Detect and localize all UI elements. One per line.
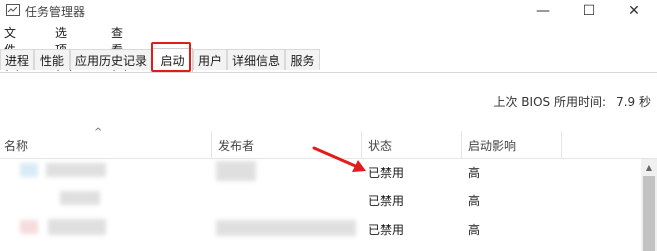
scroll-up-icon[interactable]: ▲ <box>641 159 657 176</box>
column-startup-impact[interactable]: 启动影响 <box>468 137 516 154</box>
tab-details[interactable]: 详细信息 <box>227 49 285 70</box>
column-name[interactable]: 名称 <box>4 137 28 154</box>
status-cell: 已禁用 <box>368 223 405 237</box>
title-bar: 任务管理器 — ☐ ✕ <box>0 0 657 22</box>
redacted-publisher <box>216 161 256 181</box>
column-status[interactable]: 状态 <box>368 137 392 154</box>
close-button[interactable]: ✕ <box>611 0 657 22</box>
redacted-app-name <box>46 163 106 177</box>
bios-time-value: 7.9 秒 <box>616 95 651 109</box>
table-row[interactable]: 已禁用 高 <box>0 187 640 213</box>
close-icon: ✕ <box>628 3 640 19</box>
status-cell: 已禁用 <box>368 166 405 180</box>
column-publisher[interactable]: 发布者 <box>218 137 254 154</box>
maximize-icon: ☐ <box>582 3 596 19</box>
startup-impact-cell: 高 <box>468 166 481 180</box>
redacted-app-icon <box>20 220 38 234</box>
bios-time-label: 上次 BIOS 所用时间: <box>493 95 606 109</box>
tab-processes[interactable]: 进程 <box>0 49 34 70</box>
annotation-arrow-icon <box>310 144 370 174</box>
startup-impact-cell: 高 <box>468 223 481 237</box>
task-manager-icon <box>6 4 20 16</box>
startup-impact-cell: 高 <box>468 194 481 208</box>
tab-performance[interactable]: 性能 <box>34 49 70 70</box>
column-divider[interactable] <box>211 131 212 158</box>
tab-bar: 进程 性能 应用历史记录 启动 用户 详细信息 服务 <box>0 48 657 73</box>
column-divider[interactable] <box>461 131 462 158</box>
tab-services[interactable]: 服务 <box>285 49 320 70</box>
table-row[interactable]: 已禁用 高 <box>0 216 640 242</box>
minimize-icon: — <box>536 3 550 19</box>
minimize-button[interactable]: — <box>520 0 566 22</box>
redacted-app-name <box>60 191 100 205</box>
tab-app-history[interactable]: 应用历史记录 <box>70 49 152 70</box>
window-title: 任务管理器 <box>25 5 86 19</box>
scrollbar-thumb[interactable] <box>643 176 655 251</box>
redacted-app-name <box>48 219 106 235</box>
status-cell: 已禁用 <box>368 194 405 208</box>
tab-users[interactable]: 用户 <box>193 49 227 70</box>
redacted-app-icon <box>20 163 38 177</box>
redacted-publisher <box>216 220 356 236</box>
startup-tab-highlight-box <box>151 42 191 72</box>
column-divider[interactable] <box>561 131 562 158</box>
maximize-button[interactable]: ☐ <box>566 0 612 22</box>
